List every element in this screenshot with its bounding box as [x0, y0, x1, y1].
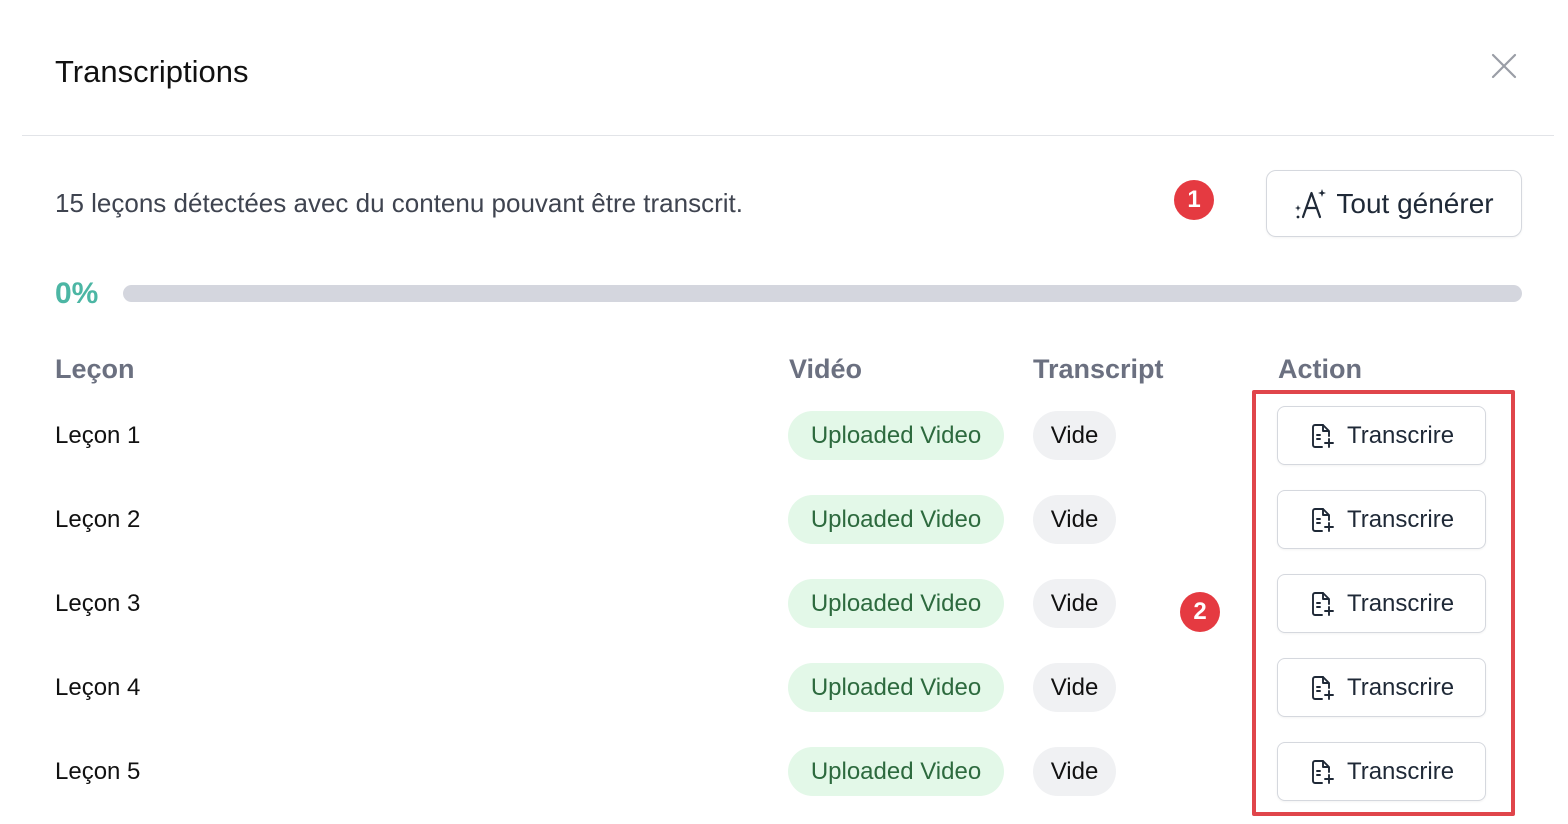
generate-all-button[interactable]: Tout générer	[1266, 170, 1522, 237]
transcript-status-badge: Vide	[1033, 663, 1116, 712]
dialog-title: Transcriptions	[55, 54, 249, 89]
column-header-transcript: Transcript	[1033, 354, 1164, 384]
transcribe-label: Transcrire	[1346, 505, 1455, 533]
file-plus-icon	[1311, 591, 1334, 616]
video-status-badge: Uploaded Video	[788, 663, 1004, 712]
transcript-status-badge: Vide	[1033, 747, 1116, 796]
transcribe-label: Transcrire	[1346, 757, 1455, 785]
table-row: Leçon 5 Uploaded Video Vide Transcrire	[0, 731, 1568, 815]
close-button[interactable]	[1486, 48, 1522, 84]
annotation-badge-2: 2	[1180, 592, 1220, 632]
lesson-name: Leçon 2	[55, 506, 141, 533]
lessons-detected-summary: 15 leçons détectées avec du contenu pouv…	[55, 188, 743, 218]
table-row: Leçon 4 Uploaded Video Vide Transcrire	[0, 647, 1568, 731]
column-header-video: Vidéo	[789, 354, 863, 384]
lesson-name: Leçon 1	[55, 422, 141, 449]
table-row: Leçon 2 Uploaded Video Vide Transcrire	[0, 479, 1568, 563]
transcript-status-badge: Vide	[1033, 579, 1116, 628]
file-plus-icon	[1311, 675, 1334, 700]
file-plus-icon	[1311, 423, 1334, 448]
table-row: Leçon 3 Uploaded Video Vide Transcrire	[0, 563, 1568, 647]
transcribe-button[interactable]: Transcrire	[1277, 574, 1486, 633]
transcribe-button[interactable]: Transcrire	[1277, 406, 1486, 465]
dialog-header: Transcriptions	[0, 0, 1568, 136]
table-row: Leçon 1 Uploaded Video Vide Transcrire	[0, 395, 1568, 479]
transcribe-label: Transcrire	[1346, 589, 1455, 617]
progress-bar	[123, 285, 1522, 302]
column-header-action: Action	[1278, 354, 1362, 384]
file-plus-icon	[1311, 507, 1334, 532]
video-status-badge: Uploaded Video	[788, 495, 1004, 544]
video-status-badge: Uploaded Video	[788, 747, 1004, 796]
generate-all-label: Tout générer	[1336, 187, 1494, 219]
transcript-status-badge: Vide	[1033, 411, 1116, 460]
close-icon	[1491, 53, 1517, 79]
progress-percentage: 0%	[55, 277, 99, 310]
transcribe-button[interactable]: Transcrire	[1277, 742, 1486, 801]
column-header-lesson: Leçon	[55, 354, 135, 384]
transcribe-label: Transcrire	[1346, 421, 1455, 449]
lesson-name: Leçon 3	[55, 590, 141, 617]
transcribe-button[interactable]: Transcrire	[1277, 490, 1486, 549]
transcript-status-badge: Vide	[1033, 495, 1116, 544]
lesson-name: Leçon 4	[55, 674, 141, 701]
annotation-badge-1: 1	[1174, 180, 1214, 220]
video-status-badge: Uploaded Video	[788, 411, 1004, 460]
video-status-badge: Uploaded Video	[788, 579, 1004, 628]
transcriptions-dialog: Transcriptions 15 leçons détectées avec …	[0, 0, 1568, 824]
file-plus-icon	[1311, 759, 1334, 784]
transcribe-label: Transcrire	[1346, 673, 1455, 701]
sparkle-text-icon	[1295, 188, 1327, 218]
lesson-name: Leçon 5	[55, 758, 141, 785]
transcribe-button[interactable]: Transcrire	[1277, 658, 1486, 717]
header-divider	[22, 135, 1554, 136]
